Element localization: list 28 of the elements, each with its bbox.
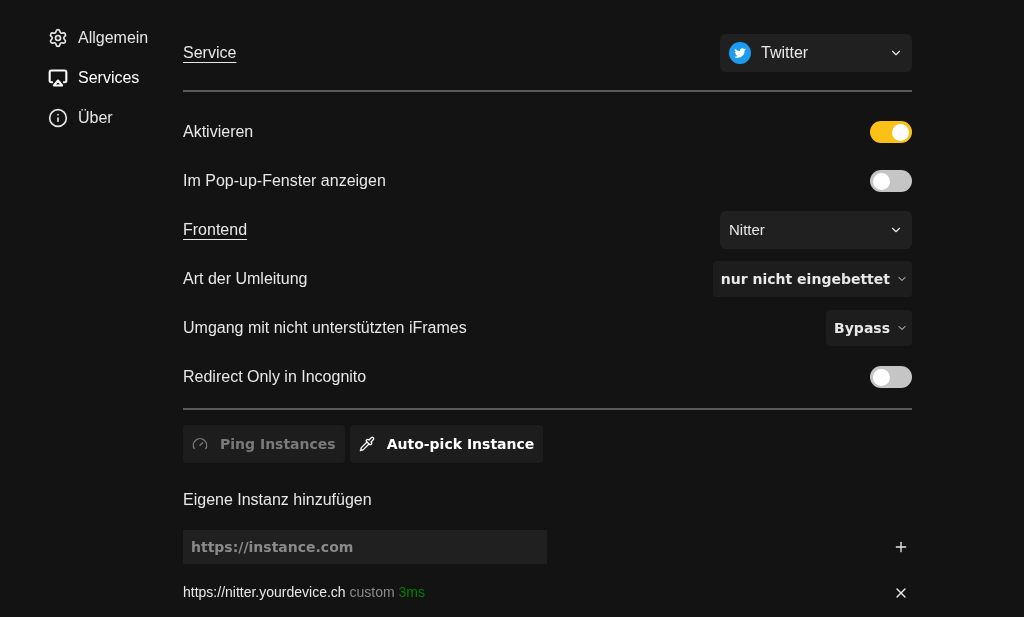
toggle-switch[interactable] [870,170,912,192]
info-icon [48,108,68,128]
section-label: Eigene Instanz hinzufügen [183,490,373,510]
screen-icon [48,68,68,88]
setting-label: Im Pop-up-Fenster anzeigen [183,171,386,191]
dropdown-select[interactable]: Nitter [720,211,912,249]
toggle-switch[interactable] [870,366,912,388]
instance-input[interactable]: https://instance.com [183,530,547,564]
service-select[interactable]: Twitter [720,34,912,72]
setting-label: Aktivieren [183,122,254,142]
gear-icon [48,28,68,48]
sidebar-item[interactable]: Über [48,106,183,130]
service-link[interactable]: Service [183,41,237,65]
bird-icon [729,42,751,64]
setting-label: Redirect Only in Incognito [183,367,367,387]
setting-label: Umgang mit nicht unterstützten iFrames [183,318,467,338]
add-button[interactable] [893,539,909,555]
dropdown-select[interactable]: nur nicht eingebettet [712,261,912,297]
action-button[interactable]: Auto-pick Instance [349,425,544,463]
gauge-icon [192,436,208,452]
dropdown-select[interactable]: Bypass [826,310,912,346]
sidebar-item[interactable]: Allgemein [48,26,183,50]
setting-label: Art der Umleitung [183,269,308,289]
setting-link[interactable]: Frontend [183,218,248,242]
instance-entry: https://nitter.yourdevice.ch custom 3ms [183,583,425,602]
pipette-icon [358,436,375,452]
sidebar-item[interactable]: Services [48,66,183,90]
toggle-switch[interactable] [870,121,912,143]
